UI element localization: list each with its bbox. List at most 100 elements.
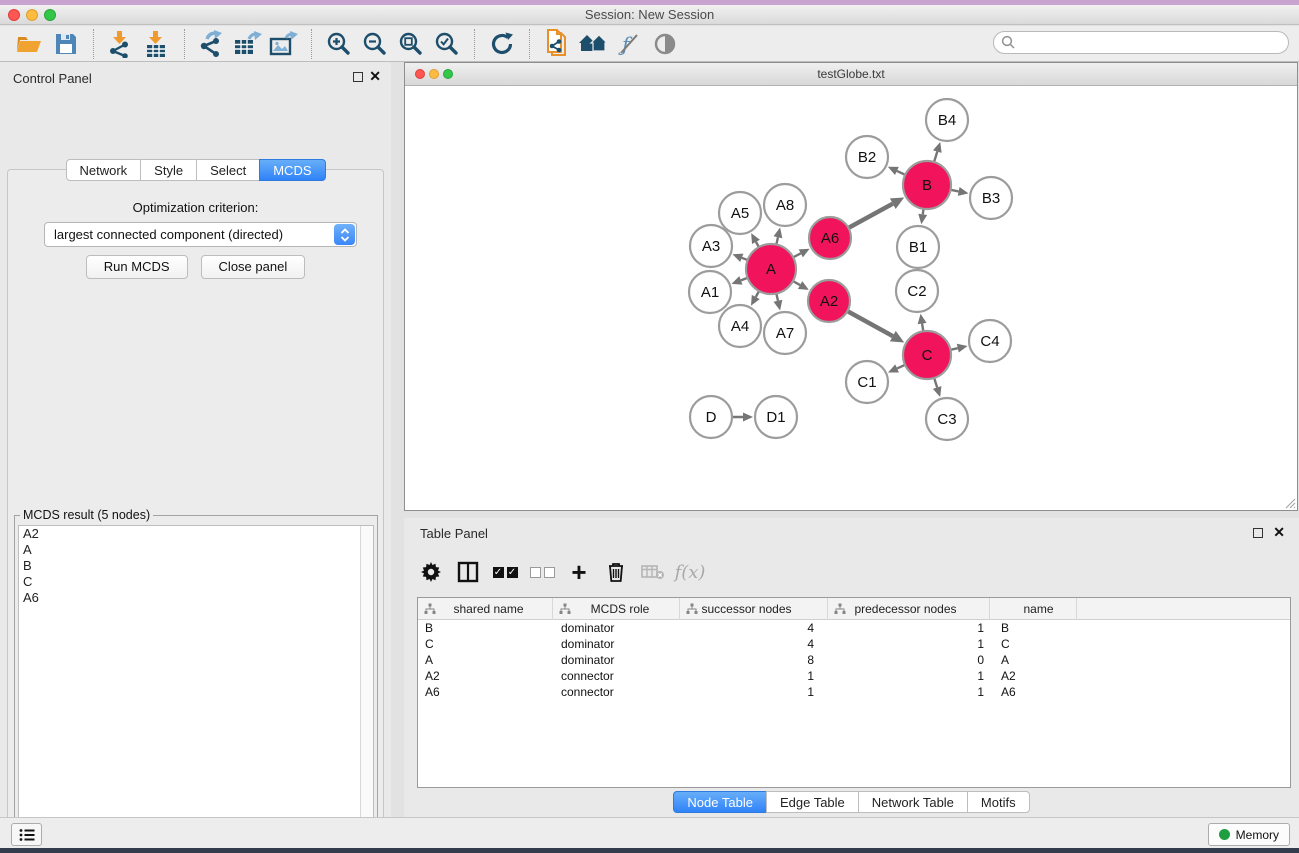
tab-style[interactable]: Style bbox=[140, 159, 197, 181]
zoom-in-icon[interactable] bbox=[321, 28, 357, 60]
network-canvas[interactable]: ABCA2A6A1A3A4A5A7A8B1B2B3B4C1C2C3C4DD1 bbox=[405, 86, 1297, 510]
table-tab-network-table[interactable]: Network Table bbox=[858, 791, 968, 813]
import-table-icon[interactable] bbox=[139, 28, 175, 60]
table-row[interactable]: Adominator80A bbox=[418, 652, 1290, 668]
resize-grip[interactable] bbox=[1284, 497, 1296, 509]
tab-network[interactable]: Network bbox=[65, 159, 141, 181]
float-table-panel-icon[interactable] bbox=[1253, 528, 1263, 538]
network-from-selection-icon[interactable] bbox=[539, 28, 575, 60]
result-item-b[interactable]: B bbox=[19, 558, 373, 574]
zoom-selected-icon[interactable] bbox=[429, 28, 465, 60]
run-mcds-button[interactable]: Run MCDS bbox=[86, 255, 188, 279]
tab-select[interactable]: Select bbox=[196, 159, 260, 181]
search-field[interactable] bbox=[993, 31, 1289, 54]
result-item-c[interactable]: C bbox=[19, 574, 373, 590]
network-graph[interactable]: ABCA2A6A1A3A4A5A7A8B1B2B3B4C1C2C3C4DD1 bbox=[405, 86, 1297, 510]
node-table[interactable]: shared nameMCDS rolesuccessor nodesprede… bbox=[417, 597, 1291, 788]
save-session-icon[interactable] bbox=[48, 28, 84, 60]
minimize-window-button[interactable] bbox=[26, 9, 38, 21]
table-cell[interactable]: 8 bbox=[680, 652, 828, 668]
table-cell[interactable]: connector bbox=[553, 668, 680, 684]
export-image-icon[interactable] bbox=[266, 28, 302, 60]
table-cell[interactable]: B bbox=[990, 620, 1077, 636]
column-header-shared-name[interactable]: shared name bbox=[418, 598, 553, 620]
function-builder-icon[interactable]: f(x) bbox=[675, 557, 705, 587]
result-item-a2[interactable]: A2 bbox=[19, 526, 373, 542]
table-cell[interactable]: C bbox=[990, 636, 1077, 652]
table-options-gear-icon[interactable] bbox=[416, 557, 446, 587]
table-cell[interactable]: 1 bbox=[680, 668, 828, 684]
close-panel-icon[interactable]: ✕ bbox=[369, 68, 381, 85]
hide-edges-icon[interactable]: ƒ bbox=[611, 28, 647, 60]
show-graphics-details-icon[interactable] bbox=[647, 28, 683, 60]
table-cell[interactable]: A2 bbox=[418, 668, 553, 684]
table-row[interactable]: Cdominator41C bbox=[418, 636, 1290, 652]
table-cell[interactable]: A6 bbox=[990, 684, 1077, 700]
node-label-B3: B3 bbox=[982, 190, 1000, 207]
dropdown-stepper-icon bbox=[334, 224, 355, 245]
toolbar-separator bbox=[311, 29, 312, 59]
delete-column-icon[interactable] bbox=[601, 557, 631, 587]
result-scrollbar[interactable] bbox=[360, 526, 373, 853]
table-row[interactable]: Bdominator41B bbox=[418, 620, 1290, 636]
open-file-icon[interactable] bbox=[12, 28, 48, 60]
column-header-name[interactable]: name bbox=[990, 598, 1077, 620]
column-header-MCDS-role[interactable]: MCDS role bbox=[553, 598, 680, 620]
close-window-button[interactable] bbox=[8, 9, 20, 21]
table-row[interactable]: A6connector11A6 bbox=[418, 684, 1290, 700]
table-cell[interactable]: A6 bbox=[418, 684, 553, 700]
cybrowser-home-icon[interactable] bbox=[575, 28, 611, 60]
export-network-icon[interactable] bbox=[194, 28, 230, 60]
main-titlebar[interactable]: Session: New Session bbox=[0, 5, 1299, 25]
zoom-network-button[interactable] bbox=[443, 69, 453, 79]
table-row[interactable]: A2connector11A2 bbox=[418, 668, 1290, 684]
result-item-a6[interactable]: A6 bbox=[19, 590, 373, 606]
close-panel-button[interactable]: Close panel bbox=[201, 255, 306, 279]
table-cell[interactable]: 4 bbox=[680, 620, 828, 636]
table-cell[interactable]: 1 bbox=[828, 684, 990, 700]
criterion-dropdown[interactable]: largest connected component (directed) bbox=[44, 222, 357, 247]
table-cell[interactable]: 1 bbox=[828, 668, 990, 684]
show-columns-icon[interactable] bbox=[453, 557, 483, 587]
table-cell[interactable]: 1 bbox=[828, 620, 990, 636]
table-tab-motifs[interactable]: Motifs bbox=[967, 791, 1030, 813]
result-item-a[interactable]: A bbox=[19, 542, 373, 558]
apply-layout-icon[interactable] bbox=[484, 28, 520, 60]
zoom-out-icon[interactable] bbox=[357, 28, 393, 60]
table-cell[interactable]: 1 bbox=[680, 684, 828, 700]
import-network-icon[interactable] bbox=[103, 28, 139, 60]
column-header-successor-nodes[interactable]: successor nodes bbox=[680, 598, 828, 620]
table-cell[interactable]: A bbox=[990, 652, 1077, 668]
table-tab-edge-table[interactable]: Edge Table bbox=[766, 791, 859, 813]
zoom-window-button[interactable] bbox=[44, 9, 56, 21]
select-all-columns-icon[interactable]: ✓✓ bbox=[490, 557, 520, 587]
tab-mcds[interactable]: MCDS bbox=[259, 159, 325, 181]
table-tab-node-table[interactable]: Node Table bbox=[673, 791, 767, 813]
table-cell[interactable]: 4 bbox=[680, 636, 828, 652]
table-cell[interactable]: connector bbox=[553, 684, 680, 700]
table-cell[interactable]: 1 bbox=[828, 636, 990, 652]
table-cell[interactable]: dominator bbox=[553, 652, 680, 668]
table-cell[interactable]: C bbox=[418, 636, 553, 652]
task-history-button[interactable] bbox=[11, 823, 42, 846]
minimize-network-button[interactable] bbox=[429, 69, 439, 79]
export-table-icon[interactable] bbox=[230, 28, 266, 60]
network-window-titlebar[interactable]: testGlobe.txt bbox=[405, 63, 1297, 86]
deselect-all-columns-icon[interactable] bbox=[527, 557, 557, 587]
mcds-result-list[interactable]: A2ABCA6 bbox=[18, 525, 374, 853]
table-cell[interactable]: dominator bbox=[553, 636, 680, 652]
table-cell[interactable]: A bbox=[418, 652, 553, 668]
memory-button[interactable]: Memory bbox=[1208, 823, 1290, 846]
table-cell[interactable]: A2 bbox=[990, 668, 1077, 684]
close-network-button[interactable] bbox=[415, 69, 425, 79]
table-cell[interactable]: 0 bbox=[828, 652, 990, 668]
delete-table-icon[interactable] bbox=[638, 557, 668, 587]
table-cell[interactable]: dominator bbox=[553, 620, 680, 636]
close-table-panel-icon[interactable]: ✕ bbox=[1273, 524, 1285, 541]
float-panel-icon[interactable] bbox=[353, 72, 363, 82]
table-cell[interactable]: B bbox=[418, 620, 553, 636]
add-column-icon[interactable]: + bbox=[564, 557, 594, 587]
zoom-fit-icon[interactable] bbox=[393, 28, 429, 60]
column-header-predecessor-nodes[interactable]: predecessor nodes bbox=[828, 598, 990, 620]
search-input[interactable] bbox=[1016, 36, 1288, 50]
